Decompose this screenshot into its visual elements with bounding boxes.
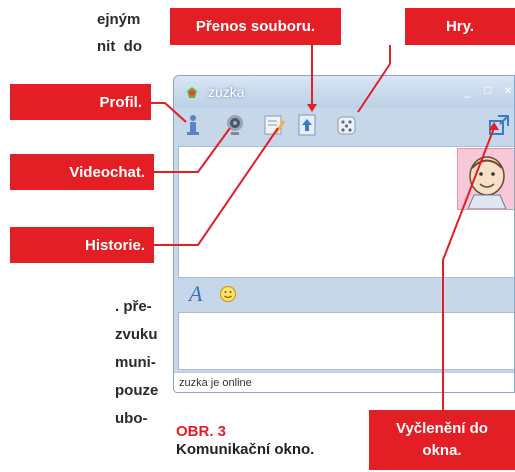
callout-label: Videochat. — [69, 163, 145, 181]
article-text-bottom: . pře- zvuku muni- pouze ubo- — [115, 295, 175, 431]
minimize-button[interactable]: _ — [464, 84, 471, 98]
profile-icon[interactable] — [180, 112, 206, 138]
figure-number: OBR. 3 — [176, 423, 227, 440]
article-line: ubo- — [115, 410, 148, 427]
app-logo-icon — [187, 87, 197, 98]
article-line: nit do — [97, 38, 142, 55]
chat-window: zuzka _ □ × A zuzka je online — [173, 75, 515, 393]
article-text-top: ejným nit do — [97, 8, 169, 59]
callout-profile: Profil. — [10, 84, 151, 120]
callout-detach-window: Vyčlenění do okna. — [369, 410, 515, 470]
window-toolbar — [174, 108, 514, 144]
article-line: ejným — [97, 11, 141, 28]
status-bar: zuzka je online — [174, 372, 514, 392]
article-line: muni- — [115, 354, 156, 371]
file-transfer-icon[interactable] — [294, 112, 320, 138]
webcam-icon[interactable] — [222, 112, 248, 138]
callout-label: Vyčlenění do — [396, 420, 488, 437]
callout-label: Hry. — [445, 18, 475, 35]
history-icon[interactable] — [261, 112, 287, 138]
message-input[interactable] — [178, 312, 514, 370]
figure-caption: Komunikační okno. — [176, 441, 315, 458]
callout-games: Hry. — [405, 8, 515, 45]
games-icon[interactable] — [334, 112, 360, 138]
window-titlebar[interactable]: zuzka _ □ × — [174, 76, 514, 108]
article-line: . pře- — [115, 298, 152, 315]
callout-label: okna. — [422, 442, 462, 459]
article-line: pouze — [115, 382, 159, 399]
detach-window-icon[interactable] — [486, 112, 512, 138]
window-title: zuzka — [208, 84, 245, 100]
callout-label: Profil. — [99, 93, 142, 111]
font-icon[interactable]: A — [189, 281, 202, 307]
status-text: zuzka je online — [179, 377, 252, 389]
maximize-button[interactable]: □ — [484, 83, 491, 97]
close-button[interactable]: × — [504, 82, 512, 98]
callout-label: Přenos souboru. — [195, 18, 316, 35]
article-line: zvuku — [115, 326, 158, 343]
smiley-icon[interactable] — [219, 285, 237, 303]
callout-file-transfer: Přenos souboru. — [170, 8, 341, 45]
callout-history: Historie. — [10, 227, 154, 263]
callout-label: Historie. — [84, 236, 145, 254]
avatar — [457, 148, 514, 210]
callout-videochat: Videochat. — [10, 154, 154, 190]
